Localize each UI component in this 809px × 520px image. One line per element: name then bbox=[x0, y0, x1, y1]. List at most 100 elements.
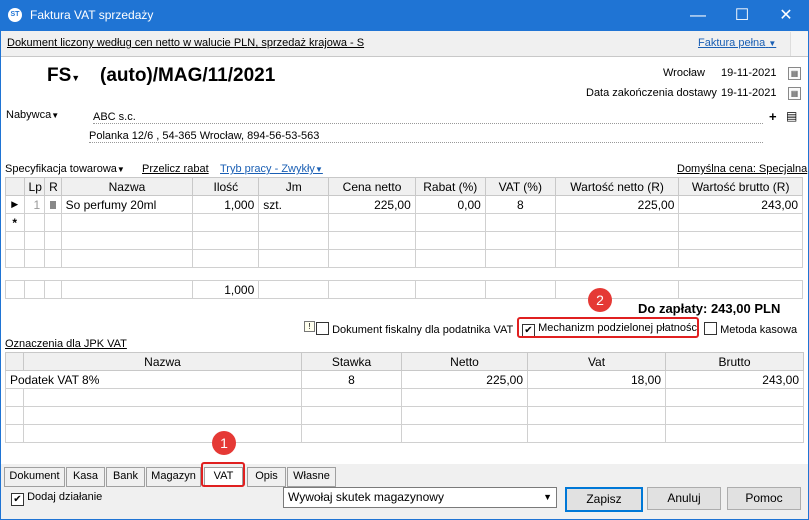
full-invoice-link[interactable]: Faktura pełna ▼ bbox=[698, 37, 776, 49]
document-number: (auto)/MAG/11/2021 bbox=[100, 65, 276, 86]
calendar-icon[interactable]: ▦ bbox=[788, 67, 801, 80]
empty-row bbox=[5, 249, 803, 268]
info-icon: ! bbox=[304, 321, 315, 332]
column-header[interactable]: Wartość brutto (R) bbox=[678, 177, 803, 196]
table-row[interactable]: Podatek VAT 8% 8 225,00 18,00 243,00 bbox=[5, 370, 804, 389]
close-button[interactable]: ✕ bbox=[764, 0, 808, 31]
row-marker-icon bbox=[44, 195, 62, 214]
add-action-checkbox[interactable]: ✔ Dodaj działanie bbox=[11, 491, 102, 506]
tab-kasa[interactable]: Kasa bbox=[66, 467, 105, 487]
buyer-selector[interactable]: Nabywca▼ bbox=[6, 109, 59, 121]
chevron-down-icon: ▼ bbox=[543, 492, 552, 502]
document-description: Dokument liczony według cen netto w walu… bbox=[7, 37, 365, 49]
empty-row bbox=[5, 406, 804, 425]
vat-net: 225,00 bbox=[401, 370, 528, 389]
column-header[interactable]: R bbox=[44, 177, 62, 196]
delivery-date-field[interactable]: 19-11-2021 bbox=[721, 87, 776, 99]
tab-bar: Dokument Kasa Bank Magazyn VAT Opis Włas… bbox=[1, 462, 808, 487]
chevron-down-icon: ▼ bbox=[768, 39, 777, 48]
default-price-link[interactable]: Domyślna cena: Specjalna bbox=[677, 163, 807, 175]
row-lp[interactable]: 1 bbox=[23, 195, 46, 214]
vat-rate: 8 bbox=[301, 370, 402, 389]
jpk-label[interactable]: Oznaczenia dla JPK VAT bbox=[5, 338, 127, 350]
work-mode-menu[interactable]: Tryb pracy - Zwykły▼ bbox=[220, 163, 323, 175]
item-qty[interactable]: 1,000 bbox=[192, 195, 260, 214]
vat-tab-highlight bbox=[201, 462, 245, 487]
delivery-date-label: Data zakończenia dostawy bbox=[586, 87, 717, 99]
step-badge-1: 1 bbox=[212, 431, 236, 455]
current-row-icon: ▶ bbox=[5, 195, 25, 214]
table-row[interactable]: ▶ 1 So perfumy 20ml 1,000 szt. 225,00 0,… bbox=[5, 195, 803, 214]
split-payment-highlight bbox=[517, 317, 699, 338]
column-header[interactable]: Lp bbox=[23, 177, 46, 196]
item-discount[interactable]: 0,00 bbox=[414, 195, 486, 214]
info-bar: Dokument liczony według cen netto w walu… bbox=[1, 31, 808, 57]
add-icon[interactable]: + bbox=[769, 109, 777, 124]
checkmark-icon: ✔ bbox=[11, 493, 24, 506]
document-type-selector[interactable]: FS▼ bbox=[47, 65, 80, 87]
total-qty: 1,000 bbox=[192, 280, 260, 299]
list-icon[interactable]: ▤ bbox=[786, 109, 797, 123]
action-select[interactable]: Wywołaj skutek magazynowy ▼ bbox=[283, 487, 557, 508]
city-field[interactable]: Wrocław bbox=[663, 67, 705, 79]
window-title: Faktura VAT sprzedaży bbox=[30, 8, 154, 22]
chevron-down-icon: ▼ bbox=[51, 111, 60, 120]
tab-magazyn[interactable]: Magazyn bbox=[146, 467, 201, 487]
item-net-price[interactable]: 225,00 bbox=[328, 195, 416, 214]
calendar-icon[interactable]: ▦ bbox=[788, 87, 801, 100]
column-header[interactable]: VAT (%) bbox=[484, 177, 556, 196]
column-header[interactable]: Jm bbox=[258, 177, 330, 196]
totals-table: 1,000 bbox=[5, 280, 803, 299]
tab-wlasne[interactable]: Własne bbox=[287, 467, 336, 487]
minimize-button[interactable]: — bbox=[676, 0, 720, 31]
action-select-value: Wywołaj skutek magazynowy bbox=[288, 490, 444, 504]
tab-opis[interactable]: Opis bbox=[247, 467, 286, 487]
column-header[interactable]: Nazwa bbox=[60, 177, 194, 196]
main-panel: FS▼ (auto)/MAG/11/2021 Wrocław 19-11-202… bbox=[1, 57, 808, 464]
chevron-down-icon: ▼ bbox=[314, 165, 323, 174]
item-net-value[interactable]: 225,00 bbox=[554, 195, 680, 214]
vat-amount: 18,00 bbox=[527, 370, 666, 389]
save-button[interactable]: Zapisz bbox=[565, 487, 643, 512]
column-header[interactable]: Cena netto bbox=[328, 177, 416, 196]
amount-to-pay: Do zapłaty: 243,00 PLN bbox=[638, 301, 781, 316]
column-header[interactable]: Wartość netto (R) bbox=[554, 177, 680, 196]
checkbox-icon bbox=[704, 322, 717, 335]
cancel-button[interactable]: Anuluj bbox=[647, 487, 721, 510]
issue-date-field[interactable]: 19-11-2021 bbox=[721, 67, 776, 79]
spec-menu[interactable]: Specyfikacja towarowa▼ bbox=[5, 163, 125, 175]
tab-bank[interactable]: Bank bbox=[106, 467, 145, 487]
help-button[interactable]: Pomoc bbox=[727, 487, 801, 510]
buyer-address: Polanka 12/6 , 54-365 Wrocław, 894-56-53… bbox=[89, 130, 763, 143]
empty-row bbox=[5, 388, 804, 407]
app-icon: ST bbox=[8, 8, 22, 22]
buyer-name[interactable]: ABC s.c. bbox=[93, 111, 763, 124]
bottom-bar: ✔ Dodaj działanie Wywołaj skutek magazyn… bbox=[1, 487, 808, 519]
fiscal-checkbox[interactable]: Dokument fiskalny dla podatnika VAT bbox=[316, 322, 513, 336]
recalc-discount-link[interactable]: Przelicz rabat bbox=[142, 163, 209, 175]
column-header: Brutto bbox=[665, 352, 804, 371]
column-header[interactable]: Ilość bbox=[192, 177, 260, 196]
totals-row: 1,000 bbox=[5, 280, 803, 299]
maximize-button[interactable]: ☐ bbox=[720, 0, 764, 31]
item-gross-value[interactable]: 243,00 bbox=[678, 195, 803, 214]
cash-method-checkbox[interactable]: Metoda kasowa bbox=[704, 322, 797, 336]
item-name[interactable]: So perfumy 20ml bbox=[60, 195, 194, 214]
title-bar: ST Faktura VAT sprzedaży — ☐ ✕ bbox=[0, 0, 809, 31]
new-row[interactable]: * bbox=[5, 213, 803, 232]
tab-dokument[interactable]: Dokument bbox=[4, 467, 65, 487]
item-vat[interactable]: 8 bbox=[484, 195, 556, 214]
chevron-down-icon: ▼ bbox=[116, 165, 125, 174]
new-row-icon: * bbox=[5, 213, 25, 232]
column-header[interactable]: Rabat (%) bbox=[414, 177, 486, 196]
items-table: Lp R Nazwa Ilość Jm Cena netto Rabat (%)… bbox=[5, 177, 803, 268]
column-header: Vat bbox=[527, 352, 666, 371]
column-header: Stawka bbox=[301, 352, 402, 371]
item-unit[interactable]: szt. bbox=[258, 195, 330, 214]
column-header: Nazwa bbox=[23, 352, 302, 371]
empty-row bbox=[5, 424, 804, 443]
column-header bbox=[5, 177, 25, 196]
scrollbar[interactable] bbox=[790, 32, 808, 56]
chevron-down-icon: ▼ bbox=[71, 73, 81, 83]
step-badge-2: 2 bbox=[588, 288, 612, 312]
